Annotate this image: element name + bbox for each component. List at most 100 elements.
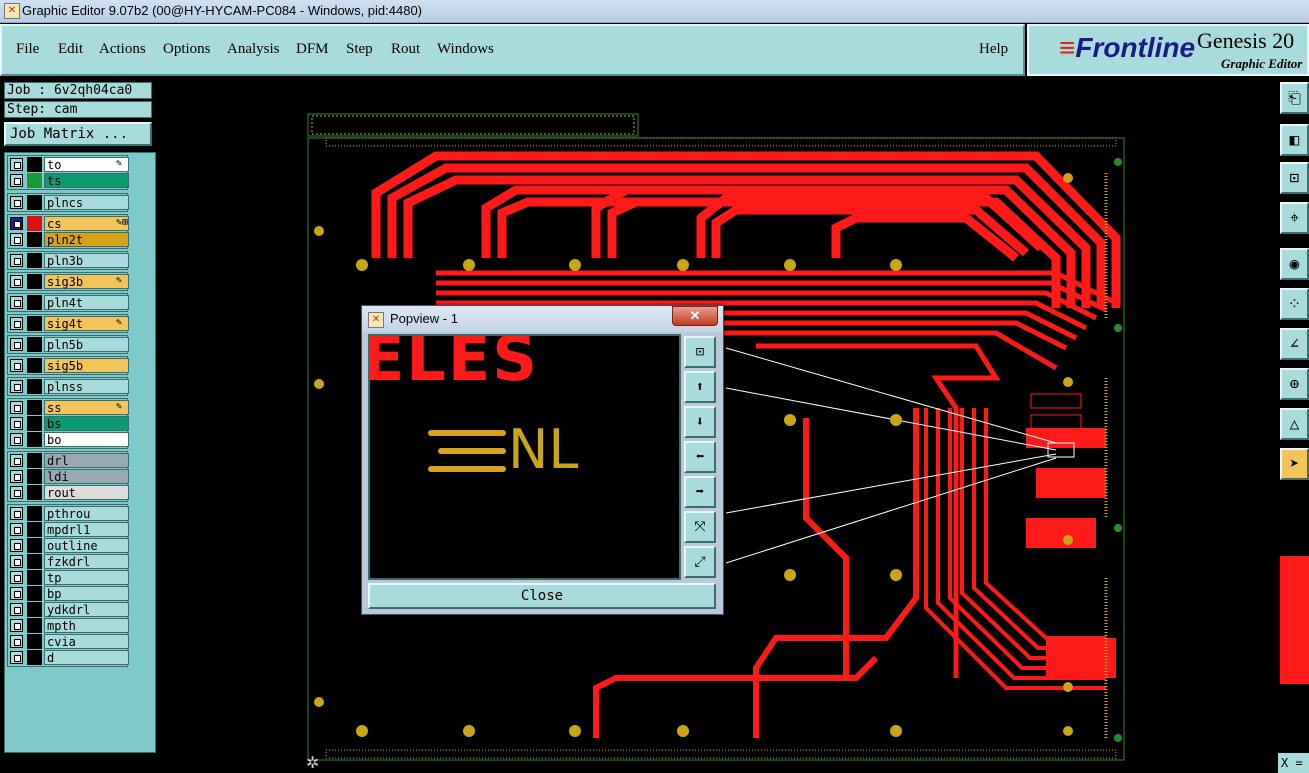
layer-row-tp[interactable]: tp — [8, 570, 129, 585]
layer-color-swatch[interactable] — [27, 379, 42, 394]
layer-checkbox[interactable] — [10, 380, 23, 393]
layer-name-button[interactable]: mpdrl1 — [44, 522, 129, 537]
layer-checkbox[interactable] — [10, 571, 23, 584]
menu-help[interactable]: Help — [979, 41, 1008, 58]
layer-checkbox[interactable] — [10, 158, 23, 171]
layer-checkbox[interactable] — [10, 338, 23, 351]
menu-analysis[interactable]: Analysis — [227, 41, 280, 58]
layer-name-button[interactable]: pln4t — [44, 295, 129, 310]
layer-color-swatch[interactable] — [27, 432, 42, 447]
layer-name-button[interactable]: pthrou — [44, 506, 129, 521]
layer-checkbox[interactable] — [10, 603, 23, 616]
menu-actions[interactable]: Actions — [99, 41, 146, 58]
layer-checkbox[interactable] — [10, 174, 23, 187]
layer-color-swatch[interactable] — [27, 506, 42, 521]
layer-color-swatch[interactable] — [27, 650, 42, 665]
layer-checkbox[interactable] — [10, 417, 23, 430]
layer-row-pln5b[interactable]: pln5b — [8, 337, 129, 352]
layer-checkbox[interactable] — [10, 401, 23, 414]
layer-checkbox[interactable] — [10, 233, 23, 246]
layer-checkbox[interactable] — [10, 587, 23, 600]
layer-name-button[interactable]: plncs — [44, 195, 129, 210]
layer-color-swatch[interactable] — [27, 400, 42, 415]
layer-name-button[interactable]: rout — [44, 485, 129, 500]
layer-checkbox[interactable] — [10, 470, 23, 483]
layer-row-fzkdrl[interactable]: fzkdrl — [8, 554, 129, 569]
tool-net-icon[interactable]: ⁘ — [1280, 288, 1309, 320]
layer-checkbox[interactable] — [10, 317, 23, 330]
layer-checkbox[interactable] — [10, 555, 23, 568]
menu-windows[interactable]: Windows — [437, 41, 494, 58]
layer-color-swatch[interactable] — [27, 469, 42, 484]
layer-checkbox[interactable] — [10, 359, 23, 372]
layer-name-button[interactable]: plnss — [44, 379, 129, 394]
tool-fit-icon[interactable]: ⊡ — [1280, 162, 1309, 194]
layer-name-button[interactable]: d — [44, 650, 129, 665]
layer-checkbox[interactable] — [10, 196, 23, 209]
layer-color-swatch[interactable] — [27, 316, 42, 331]
layer-row-bs[interactable]: bs — [8, 416, 129, 431]
layer-checkbox[interactable] — [10, 486, 23, 499]
layer-row-sig3b[interactable]: sig3b ✎ — [8, 274, 129, 289]
menu-file[interactable]: File — [16, 41, 39, 58]
layer-row-to[interactable]: to ✎ — [8, 157, 129, 172]
layer-name-button[interactable]: pln5b — [44, 337, 129, 352]
layer-row-sig5b[interactable]: sig5b — [8, 358, 129, 373]
layer-color-swatch[interactable] — [27, 618, 42, 633]
tool-node-icon[interactable]: ⊕ — [1280, 368, 1309, 400]
layer-name-button[interactable]: sig5b — [44, 358, 129, 373]
menu-edit[interactable]: Edit — [58, 41, 83, 58]
layer-checkbox[interactable] — [10, 619, 23, 632]
layer-color-swatch[interactable] — [27, 602, 42, 617]
layer-name-button[interactable]: mpth — [44, 618, 129, 633]
layer-color-swatch[interactable] — [27, 634, 42, 649]
layer-row-ss[interactable]: ss ✎ — [8, 400, 129, 415]
layer-row-cvia[interactable]: cvia — [8, 634, 129, 649]
layer-color-swatch[interactable] — [27, 358, 42, 373]
layer-color-swatch[interactable] — [27, 337, 42, 352]
layer-color-swatch[interactable] — [27, 232, 42, 247]
layer-color-swatch[interactable] — [27, 453, 42, 468]
popview-zoom-out-icon[interactable]: ⤢ — [684, 546, 716, 578]
layer-row-plnss[interactable]: plnss — [8, 379, 129, 394]
layer-checkbox[interactable] — [10, 635, 23, 648]
popview-pan-up-icon[interactable]: ⬆ — [684, 371, 716, 403]
layer-name-button[interactable]: pln2t — [44, 232, 129, 247]
layer-row-pln3b[interactable]: pln3b — [8, 253, 129, 268]
layer-name-button[interactable]: ydkdrl — [44, 602, 129, 617]
layer-name-button[interactable]: bp — [44, 586, 129, 601]
layer-color-swatch[interactable] — [27, 216, 42, 231]
layer-name-button[interactable]: outline — [44, 538, 129, 553]
layer-color-swatch[interactable] — [27, 538, 42, 553]
layer-name-button[interactable]: ldi — [44, 469, 129, 484]
job-matrix-button[interactable]: Job Matrix ... — [4, 122, 152, 146]
tool-snap-icon[interactable]: ◉ — [1280, 248, 1309, 280]
layer-color-swatch[interactable] — [27, 570, 42, 585]
popview-pan-left-icon[interactable]: ⬅ — [684, 441, 716, 473]
layer-row-pln2t[interactable]: pln2t — [8, 232, 129, 247]
layer-color-swatch[interactable] — [27, 274, 42, 289]
layer-row-pln4t[interactable]: pln4t — [8, 295, 129, 310]
tool-page-icon[interactable]: ⎗ — [1280, 82, 1309, 114]
layer-row-ydkdrl[interactable]: ydkdrl — [8, 602, 129, 617]
layer-color-swatch[interactable] — [27, 485, 42, 500]
layer-color-swatch[interactable] — [27, 416, 42, 431]
layer-color-swatch[interactable] — [27, 157, 42, 172]
layer-name-button[interactable]: cvia — [44, 634, 129, 649]
layer-color-swatch[interactable] — [27, 173, 42, 188]
menu-options[interactable]: Options — [163, 41, 211, 58]
layer-name-button[interactable]: fzkdrl — [44, 554, 129, 569]
layer-checkbox[interactable] — [10, 454, 23, 467]
layer-checkbox[interactable] — [10, 296, 23, 309]
tool-measure-icon[interactable]: ⌖ — [1280, 202, 1309, 234]
layer-checkbox[interactable] — [10, 275, 23, 288]
layer-checkbox[interactable] — [10, 433, 23, 446]
layer-checkbox[interactable] — [10, 651, 23, 664]
layer-name-button[interactable]: drl — [44, 453, 129, 468]
layer-name-button[interactable]: pln3b — [44, 253, 129, 268]
menu-dfm[interactable]: DFM — [296, 41, 329, 58]
layer-name-button[interactable]: bo — [44, 432, 129, 447]
menu-step[interactable]: Step — [346, 41, 373, 58]
layer-row-d[interactable]: d — [8, 650, 129, 665]
tool-angle-icon[interactable]: ∠ — [1280, 328, 1309, 360]
